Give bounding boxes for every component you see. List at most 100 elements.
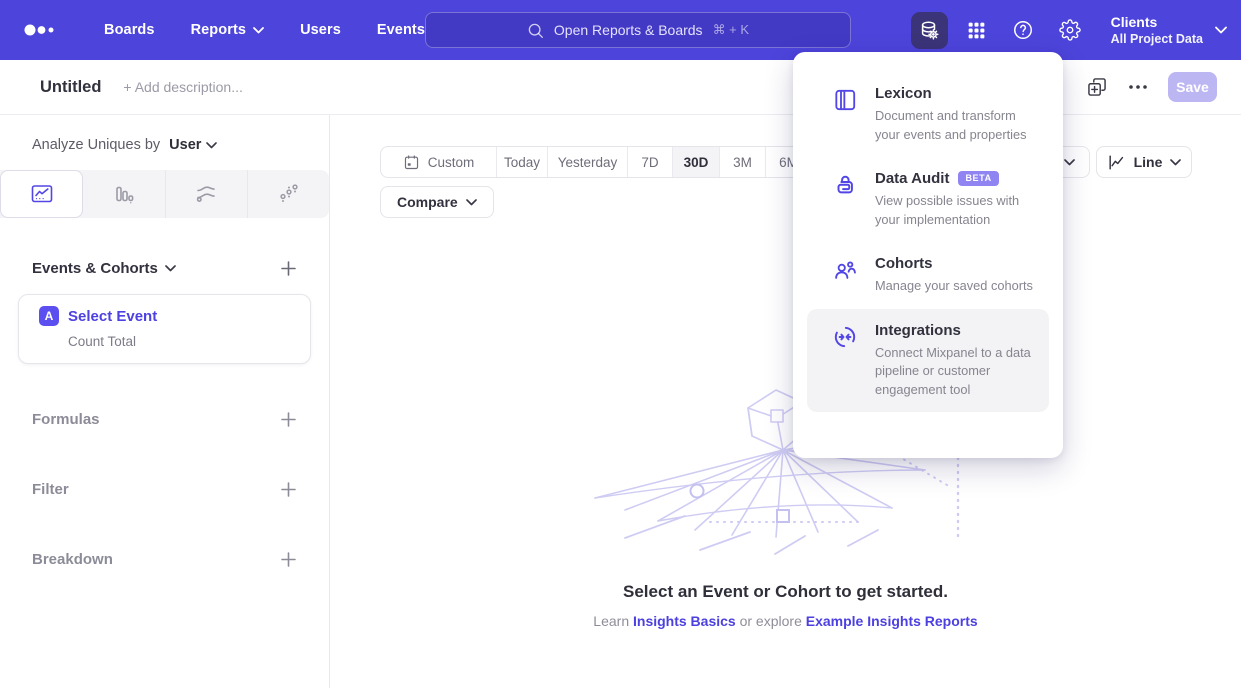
tab-scatter-chart[interactable] (248, 170, 329, 218)
beta-badge: BETA (958, 171, 998, 186)
chevron-down-icon (1064, 159, 1075, 166)
report-title[interactable]: Untitled (40, 78, 101, 97)
filter-label: Filter (32, 481, 69, 498)
scatter-chart-icon (276, 182, 300, 206)
menu-item-integrations[interactable]: Integrations Connect Mixpanel to a data … (807, 309, 1049, 413)
plus-icon (280, 481, 297, 498)
plus-icon (280, 411, 297, 428)
nav-users[interactable]: Users (282, 0, 359, 60)
formulas-section: Formulas (32, 384, 297, 454)
ellipsis-icon (1128, 84, 1148, 90)
query-sidebar: Analyze Uniques by User (0, 115, 330, 688)
chart-style-label: Line (1134, 154, 1163, 170)
tab-flow-chart[interactable] (166, 170, 248, 218)
learn-prefix: Learn (593, 613, 629, 629)
help-icon (1012, 19, 1034, 41)
chevron-down-icon (466, 199, 477, 206)
count-total-dropdown[interactable]: Count Total (68, 334, 310, 349)
project-switcher[interactable]: Clients All Project Data (1111, 13, 1227, 47)
event-card[interactable]: A Select Event Count Total (18, 294, 311, 364)
menu-item-description: Document and transform your events and p… (875, 107, 1041, 144)
event-series-badge: A (39, 306, 59, 326)
tab-line-chart[interactable] (0, 170, 83, 218)
search-input[interactable]: Open Reports & Boards ⌘ + K (425, 12, 851, 48)
calendar-icon (403, 154, 420, 171)
compare-dropdown[interactable]: Compare (380, 186, 494, 218)
empty-state-subtext: Learn Insights Basics or explore Example… (330, 613, 1241, 629)
add-breakdown-button[interactable] (280, 551, 297, 568)
more-options-button[interactable] (1128, 84, 1148, 90)
menu-item-description: View possible issues with your implement… (875, 192, 1041, 229)
duplicate-icon (1086, 76, 1108, 98)
chevron-down-icon (206, 142, 217, 149)
explore-middle: or explore (740, 613, 802, 629)
formulas-label: Formulas (32, 411, 100, 428)
bar-chart-icon (112, 182, 136, 206)
search-icon (527, 22, 544, 39)
menu-item-lexicon[interactable]: Lexicon Document and transform your even… (807, 72, 1049, 157)
filter-section: Filter (32, 454, 297, 524)
date-range-custom[interactable]: Custom (381, 147, 497, 177)
nav-boards[interactable]: Boards (86, 0, 173, 60)
chevron-down-icon (253, 27, 264, 34)
menu-item-title: Lexicon (875, 85, 932, 102)
primary-nav: Boards Reports Users Events (86, 0, 443, 60)
add-description[interactable]: + Add description... (123, 79, 242, 95)
integrations-sync-icon (832, 324, 858, 350)
date-range-3m[interactable]: 3M (720, 147, 766, 177)
events-cohorts-dropdown[interactable]: Events & Cohorts (32, 260, 176, 277)
breakdown-label: Breakdown (32, 551, 113, 568)
compare-label: Compare (397, 194, 458, 210)
data-management-menu: Lexicon Document and transform your even… (793, 52, 1063, 458)
breakdown-section: Breakdown (32, 524, 297, 594)
chevron-down-icon (1215, 26, 1227, 34)
search-placeholder: Open Reports & Boards (554, 22, 703, 38)
cohorts-people-icon (832, 257, 858, 283)
menu-item-description: Connect Mixpanel to a data pipeline or c… (875, 344, 1041, 400)
duplicate-button[interactable] (1086, 76, 1108, 98)
chevron-down-icon (1170, 159, 1181, 166)
select-event-label: Select Event (68, 308, 157, 325)
menu-item-description: Manage your saved cohorts (875, 277, 1033, 296)
top-nav: Boards Reports Users Events Open Reports… (0, 0, 1241, 60)
chart-style-dropdown[interactable]: Line (1096, 146, 1192, 178)
date-range-30d[interactable]: 30D (673, 147, 720, 177)
lexicon-book-icon (832, 87, 858, 113)
nav-reports[interactable]: Reports (173, 0, 283, 60)
help-button[interactable] (1005, 12, 1042, 49)
save-button[interactable]: Save (1168, 72, 1217, 102)
date-range-7d[interactable]: 7D (628, 147, 673, 177)
settings-button[interactable] (1052, 12, 1089, 49)
settings-icon (1059, 19, 1081, 41)
plus-icon (280, 260, 297, 277)
menu-item-cohorts[interactable]: Cohorts Manage your saved cohorts (807, 242, 1049, 309)
add-filter-button[interactable] (280, 481, 297, 498)
search-shortcut: ⌘ + K (713, 22, 750, 38)
data-audit-icon (832, 172, 858, 198)
analyze-uniques-dropdown[interactable]: Analyze Uniques by User (32, 137, 329, 153)
add-event-button[interactable] (280, 260, 297, 277)
line-chart-icon (1107, 153, 1126, 172)
flow-chart-icon (194, 182, 218, 206)
tab-bar-chart[interactable] (83, 170, 165, 218)
date-range-today[interactable]: Today (497, 147, 548, 177)
apps-grid-button[interactable] (958, 12, 995, 49)
add-formula-button[interactable] (280, 411, 297, 428)
plus-icon (280, 551, 297, 568)
analyze-value: User (169, 137, 201, 153)
mixpanel-logo[interactable] (24, 18, 58, 42)
insights-basics-link[interactable]: Insights Basics (633, 613, 736, 629)
analyze-label: Analyze Uniques by (32, 137, 160, 153)
line-chart-icon (30, 182, 54, 206)
example-reports-link[interactable]: Example Insights Reports (806, 613, 978, 629)
data-management-icon (918, 19, 940, 41)
project-scope: All Project Data (1111, 31, 1203, 47)
chevron-down-icon (165, 265, 176, 272)
date-range-yesterday[interactable]: Yesterday (548, 147, 628, 177)
menu-item-title: Data Audit (875, 170, 949, 187)
empty-state-heading: Select an Event or Cohort to get started… (330, 582, 1241, 602)
apps-grid-icon (966, 20, 987, 41)
data-management-button[interactable] (911, 12, 948, 49)
menu-item-data-audit[interactable]: Data Audit BETA View possible issues wit… (807, 157, 1049, 242)
menu-item-title: Cohorts (875, 255, 933, 272)
